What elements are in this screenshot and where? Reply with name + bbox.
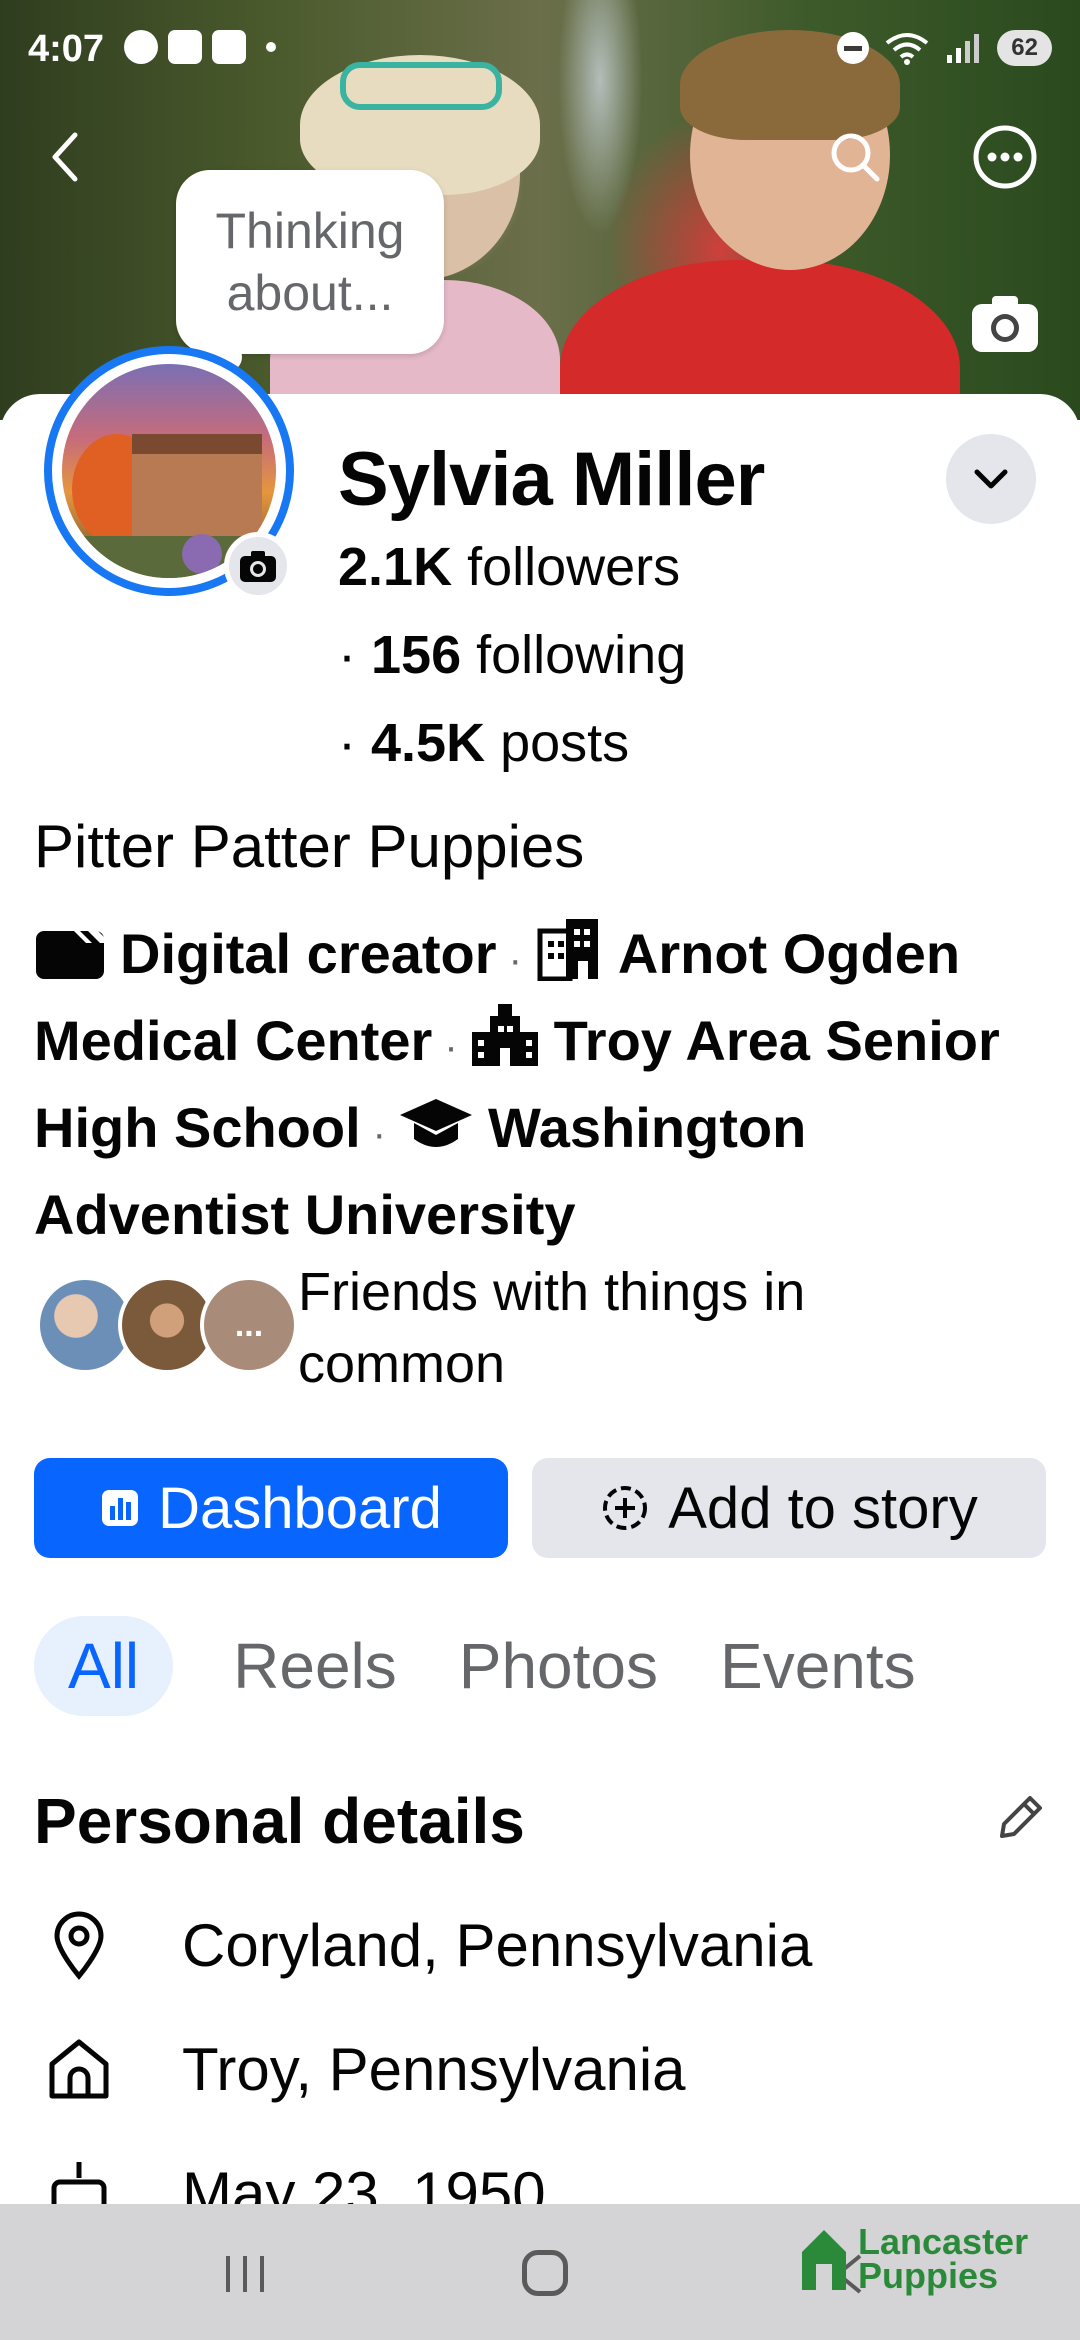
friends-in-common-text: Friends with things in common (298, 1262, 806, 1394)
avatar-frame-badge (182, 534, 222, 574)
followers-count: 2.1K (338, 537, 453, 597)
back-button[interactable] (30, 122, 100, 192)
pencil-icon (1000, 1796, 1042, 1838)
dashboard-button[interactable]: Dashboard (34, 1458, 508, 1558)
school-building-icon (470, 1002, 540, 1088)
signal-icon (947, 34, 980, 63)
tab-photos[interactable]: Photos (459, 1616, 658, 1716)
chevron-down-icon (974, 469, 1008, 489)
edit-cover-photo-button[interactable] (970, 292, 1040, 354)
wifi-icon (886, 33, 929, 65)
search-button[interactable] (820, 122, 890, 192)
intro-separator: · (444, 1025, 458, 1069)
status-bar: 4:07 62 (0, 0, 1080, 100)
graduation-cap-icon (398, 1095, 474, 1175)
intro-role: Digital creator (120, 922, 497, 985)
dog-house-logo-icon (802, 2230, 846, 2290)
personal-details-title: Personal details (34, 1785, 525, 1857)
hometown-text: Troy, Pennsylvania (182, 2035, 686, 2103)
watermark-line-2: Puppies (858, 2255, 999, 2296)
tab-events[interactable]: Events (720, 1616, 916, 1716)
intro-details: Digital creator · Arnot Ogden Medical Cen… (34, 914, 1044, 1254)
more-friends-label: ... (234, 1305, 264, 1344)
followers-stat[interactable]: 2.1K followers (338, 536, 680, 598)
avatar-house (132, 434, 262, 544)
calendar-icon (212, 30, 246, 64)
home-icon (34, 2024, 124, 2114)
posts-count: 4.5K (371, 713, 486, 773)
home-button[interactable] (522, 2250, 568, 2296)
posts-stat[interactable]: · 4.5K posts (338, 712, 629, 774)
watermark-logo: Lancaster Puppies (796, 2224, 1028, 2294)
mutual-friends-row[interactable]: ... Friends with things in common (36, 1262, 1046, 1406)
dashboard-label: Dashboard (158, 1475, 442, 1541)
following-count: 156 (371, 625, 462, 685)
profile-name: Sylvia Miller (338, 437, 765, 522)
profile-tabs: All Reels Photos Events (34, 1616, 978, 1716)
recent-apps-button[interactable] (220, 2252, 270, 2296)
intro-separator: · (508, 938, 522, 982)
profile-bio: Pitter Patter Puppies (34, 813, 585, 880)
followers-label: followers (452, 537, 681, 597)
chevron-left-icon (52, 132, 78, 182)
office-building-icon (534, 915, 604, 1001)
status-time: 4:07 (28, 28, 105, 70)
add-to-story-label: Add to story (668, 1475, 978, 1541)
search-icon (831, 133, 880, 182)
battery-indicator: 62 (997, 30, 1052, 66)
location-pin-icon (34, 1900, 124, 1990)
following-stat[interactable]: · 156 following (338, 624, 686, 686)
edit-profile-picture-button[interactable] (224, 532, 292, 600)
intro-separator: · (372, 1112, 386, 1156)
more-notifications-dot-icon (266, 42, 276, 52)
camera-icon (240, 551, 276, 582)
watermark-line-1: Lancaster (858, 2221, 1029, 2262)
posts-label: posts (485, 713, 630, 773)
current-city-row: Coryland, Pennsylvania (34, 1900, 812, 1990)
system-icons: 62 (837, 30, 1052, 66)
instagram-icon (168, 30, 202, 64)
do-not-disturb-icon (837, 32, 870, 64)
following-label: following (461, 625, 687, 685)
hometown-row: Troy, Pennsylvania (34, 2024, 686, 2114)
messenger-icon (124, 30, 158, 64)
edit-details-button[interactable] (990, 1788, 1050, 1848)
current-city-text: Coryland, Pennsylvania (182, 1911, 813, 1979)
add-to-story-button[interactable]: Add to story (532, 1458, 1046, 1558)
stat-separator: · (338, 625, 356, 685)
stat-separator: · (338, 713, 356, 773)
thought-bubble[interactable]: Thinking about... (176, 170, 444, 354)
add-story-icon (600, 1483, 650, 1533)
tab-all[interactable]: All (34, 1616, 174, 1716)
more-friends-avatar[interactable]: ... (200, 1276, 298, 1374)
notification-icons (124, 30, 276, 64)
more-horizontal-icon (973, 125, 1037, 189)
more-options-button[interactable] (970, 122, 1040, 192)
camera-icon (972, 296, 1038, 352)
dashboard-icon (100, 1488, 140, 1528)
profile-switcher-button[interactable] (946, 434, 1036, 524)
video-clapper-icon (34, 922, 106, 1001)
tab-reels[interactable]: Reels (233, 1616, 397, 1716)
